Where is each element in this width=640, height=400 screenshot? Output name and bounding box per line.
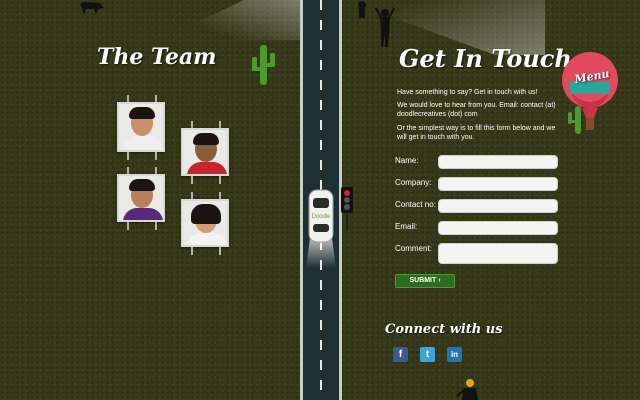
facebook-icon[interactable]: f [393,347,408,362]
animal-silhouette-icon [80,2,104,15]
contact-title: Get In Touch [399,44,572,73]
company-label: Company: [395,178,432,187]
team-member-photo-3 [117,174,165,222]
contact-number-label: Contact no: [395,200,436,209]
name-field[interactable] [438,155,558,169]
name-label: Name: [395,156,419,165]
team-title: The Team [97,44,217,70]
team-member-photo-2 [181,128,229,176]
submit-button[interactable]: SUBMIT › [395,274,455,288]
comment-label: Comment: [395,244,432,253]
linkedin-icon[interactable]: in [447,347,462,362]
people-silhouette-icon [358,1,395,47]
twitter-icon[interactable]: t [420,347,435,362]
company-field[interactable] [438,177,558,191]
team-member-photo-4 [181,199,229,247]
contact-form-text: Or the simplest way is to fill this form… [397,125,556,141]
cactus-icon [252,45,275,85]
traffic-light-icon [341,187,353,231]
contact-intro-text: Have something to say? Get in touch with… [397,89,538,96]
team-member-photo-1 [117,102,165,152]
email-field[interactable] [438,221,558,235]
contact-number-field[interactable] [438,199,558,213]
comment-field[interactable] [438,243,558,264]
email-label: Email: [395,222,418,231]
person-silhouette-icon [456,379,478,400]
contact-email-text: We would love to hear from you. Email: c… [397,102,556,118]
street-light-beam [160,0,300,40]
cactus-icon [568,106,581,134]
car-icon: Doodle [306,189,336,268]
connect-title: Connect with us [385,322,503,337]
svg-text:Doodle: Doodle [311,214,331,220]
